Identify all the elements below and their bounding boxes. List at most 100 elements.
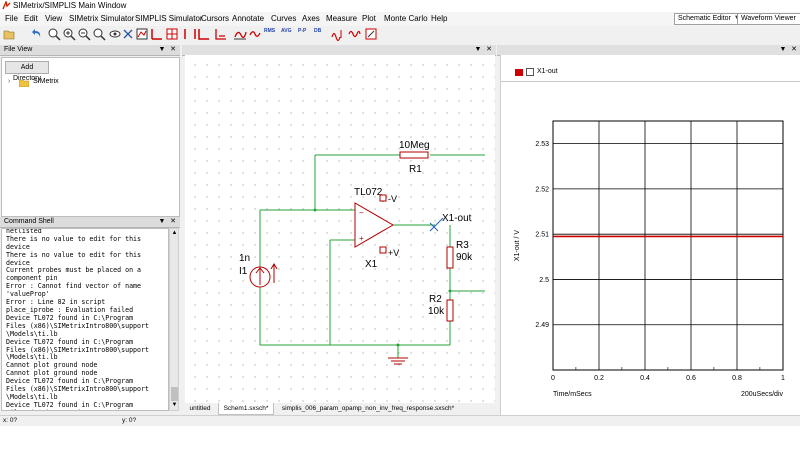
- menu-axes[interactable]: Axes: [302, 14, 320, 23]
- opamp-model: TL072: [354, 187, 383, 198]
- command-shell-output[interactable]: Error : Empty or has not beennetlistedTh…: [1, 228, 169, 411]
- graph-split-icon[interactable]: [183, 27, 197, 41]
- probe-label: X1-out: [442, 213, 472, 224]
- menu-view[interactable]: View: [45, 14, 62, 23]
- cursor-icon[interactable]: [233, 27, 247, 41]
- menu-curves[interactable]: Curves: [271, 14, 296, 23]
- opamp-plus-sign: +: [359, 234, 364, 243]
- r1-name: R1: [409, 164, 422, 175]
- resistor-r1[interactable]: [399, 151, 429, 159]
- title-bar: SIMetrix/SIMPLIS Main Window: [0, 0, 800, 12]
- pin-pos-v[interactable]: [379, 246, 387, 254]
- waveform-graph[interactable]: X1-out 0 0.2 0.4 0.6 0.8 1 2.53 2.52 2.51 2.5 2.49…: [500, 55, 800, 415]
- folder-icon: [19, 79, 29, 87]
- i1-value: 1n: [239, 253, 250, 264]
- graph-grid-icon[interactable]: [165, 27, 179, 41]
- pin-pos-v-label: +V: [388, 248, 399, 258]
- menu-annotate[interactable]: Annotate: [232, 14, 264, 23]
- axes-icon[interactable]: [197, 27, 211, 41]
- waveform-icon[interactable]: [347, 27, 361, 41]
- edit-icon[interactable]: [364, 27, 378, 41]
- add-directory-button[interactable]: Add Directory: [5, 61, 49, 82]
- graph-red-icon[interactable]: [150, 27, 164, 41]
- menu-cursors[interactable]: Cursors: [201, 14, 229, 23]
- close-icon[interactable]: ✕: [169, 46, 177, 54]
- menu-edit[interactable]: Edit: [24, 14, 38, 23]
- close-icon[interactable]: ✕: [169, 218, 177, 226]
- menu-measure[interactable]: Measure: [326, 14, 357, 23]
- menu-monte-carlo[interactable]: Monte Carlo: [384, 14, 428, 23]
- y-tick-label: 2.52: [535, 186, 549, 193]
- view-icon[interactable]: [108, 27, 122, 41]
- wave-icon[interactable]: [248, 27, 262, 41]
- command-shell-line: Files (x86)\SIMetrixIntro800\support: [6, 409, 166, 410]
- pin-neg-v[interactable]: [379, 194, 387, 202]
- app-icon: [2, 1, 11, 10]
- zoom-fit-icon[interactable]: [47, 27, 61, 41]
- scroll-down-icon[interactable]: ▼: [171, 402, 178, 409]
- zoom-box-icon[interactable]: [92, 27, 106, 41]
- scroll-thumb[interactable]: [171, 387, 178, 401]
- toolbar: RMS AVG P-P DB: [0, 26, 800, 43]
- command-shell-scrollbar[interactable]: ▲ ▼: [169, 228, 179, 411]
- file-view-header: File View ▼ ✕: [0, 45, 180, 56]
- zoom-out-icon[interactable]: [77, 27, 91, 41]
- close-icon[interactable]: ✕: [790, 46, 798, 54]
- x-tick-label: 1: [781, 375, 785, 382]
- r3-value: 90k: [456, 252, 473, 263]
- undo-icon[interactable]: [30, 27, 44, 41]
- i1-name: I1: [239, 266, 248, 277]
- command-shell-line: There is no value to edit for this: [6, 234, 141, 243]
- tree-item-simetrix[interactable]: › SIMetrix: [6, 78, 86, 89]
- waveform-viewer-combo[interactable]: Waveform Viewer ▼: [737, 13, 800, 25]
- rms-button[interactable]: RMS: [264, 28, 275, 34]
- command-shell-header: Command Shell ▼ ✕: [0, 217, 180, 228]
- y-axis-label: X1-out / V: [514, 230, 521, 261]
- r3-name: R3: [456, 240, 469, 251]
- menu-file[interactable]: File: [5, 14, 18, 23]
- tab-untitled[interactable]: untitled: [184, 403, 216, 415]
- x-tick-label: 0: [551, 375, 555, 382]
- open-icon[interactable]: [2, 27, 16, 41]
- window-title: SIMetrix/SIMPLIS Main Window: [13, 1, 127, 10]
- avg-button[interactable]: AVG: [281, 28, 291, 34]
- fft-icon[interactable]: [330, 27, 344, 41]
- panel-menu-icon[interactable]: ▼: [779, 46, 787, 54]
- status-x: x: 0?: [3, 417, 18, 424]
- new-graph-icon[interactable]: [135, 27, 149, 41]
- tab-simplis-006[interactable]: simplis_006_param_opamp_non_inv_freq_res…: [278, 403, 458, 415]
- delete-curve-icon[interactable]: [121, 27, 135, 41]
- opamp-name: X1: [365, 259, 378, 270]
- opamp-minus-sign: −: [359, 208, 364, 217]
- pp-button[interactable]: P-P: [298, 28, 306, 34]
- menu-plot[interactable]: Plot: [362, 14, 376, 23]
- current-source-i1[interactable]: [249, 263, 278, 288]
- menu-simetrix-simulator[interactable]: SIMetrix Simulator: [69, 14, 134, 23]
- chevron-right-icon[interactable]: ›: [8, 78, 10, 85]
- r1-value: 10Meg: [399, 140, 430, 151]
- close-icon[interactable]: ✕: [485, 46, 493, 54]
- x-axis-label: Time/mSecs: [553, 391, 592, 398]
- pin-neg-v-label: -V: [388, 194, 397, 204]
- junction-dot: [448, 289, 452, 293]
- resistor-r2[interactable]: [446, 299, 454, 322]
- schematic-canvas[interactable]: 10Meg R1 − + TL072 X1 -V +V X1-out R3 90…: [185, 55, 495, 403]
- panel-menu-icon[interactable]: ▼: [158, 218, 166, 226]
- menu-simplis-simulator[interactable]: SIMPLIS Simulator: [135, 14, 203, 23]
- resistor-r3[interactable]: [446, 246, 454, 269]
- tab-schem1[interactable]: Schem1.sxsch*: [218, 403, 274, 415]
- new-axis-icon[interactable]: [214, 27, 228, 41]
- ground-icon[interactable]: [388, 357, 408, 365]
- y-tick-label: 2.49: [535, 322, 549, 329]
- db-button[interactable]: DB: [314, 28, 321, 34]
- scroll-up-icon[interactable]: ▲: [171, 230, 178, 237]
- schematic-editor-combo[interactable]: Schematic Editor ▼: [674, 13, 744, 25]
- panel-menu-icon[interactable]: ▼: [474, 46, 482, 54]
- menu-help[interactable]: Help: [431, 14, 447, 23]
- status-y: y: 0?: [122, 417, 137, 424]
- panel-menu-icon[interactable]: ▼: [158, 46, 166, 54]
- zoom-in-icon[interactable]: [62, 27, 76, 41]
- x-tick-label: 0.2: [594, 375, 604, 382]
- command-shell-title: Command Shell: [4, 218, 54, 225]
- command-shell-text: Error : Empty or has not beennetlistedTh…: [6, 229, 166, 410]
